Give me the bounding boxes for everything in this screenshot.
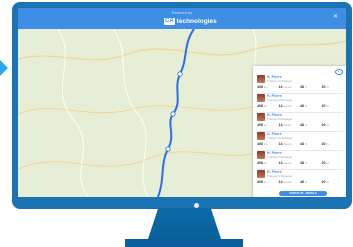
stat: 408 km bbox=[257, 123, 268, 127]
driver-card[interactable]: H. Pierre Transport Manager 408 km 14 heur… bbox=[257, 151, 343, 170]
stat: 20% bbox=[321, 104, 329, 108]
avatar bbox=[257, 113, 265, 121]
stat: 408 km bbox=[257, 85, 268, 89]
stat: 14 heures bbox=[278, 85, 292, 89]
avatar bbox=[257, 94, 265, 102]
driver-subtitle: Transport Manager bbox=[267, 174, 293, 178]
driver-card[interactable]: H. Pierre Transport Manager 408 km 14 heur… bbox=[257, 75, 343, 94]
stat: 20% bbox=[321, 85, 329, 89]
close-icon[interactable]: ✕ bbox=[333, 13, 338, 20]
stat: 48% bbox=[300, 123, 308, 127]
stat: 14 heures bbox=[278, 104, 292, 108]
details-button[interactable]: VOIR PLUS · DÉTAILS bbox=[279, 191, 327, 196]
stat: 48% bbox=[300, 104, 308, 108]
stats-row: 408 km 14 heures 48% 20% bbox=[257, 180, 343, 186]
driver-card[interactable]: D. Pierre Transport Manager 408 km 14 heur… bbox=[257, 132, 343, 151]
driver-panel: H. Pierre Transport Manager 408 km 14 heur… bbox=[253, 66, 346, 197]
avatar bbox=[257, 132, 265, 140]
stat: 20% bbox=[321, 123, 329, 127]
driver-subtitle: Transport Manager bbox=[267, 117, 293, 121]
stat: 20% bbox=[321, 180, 329, 184]
driver-subtitle: Transport Manager bbox=[267, 79, 293, 83]
stat: 408 km bbox=[257, 104, 268, 108]
stat: 14 heures bbox=[278, 142, 292, 146]
stat: 48% bbox=[300, 180, 308, 184]
stats-row: 408 km 14 heures 48% 20% bbox=[257, 123, 343, 129]
screen: Powered by CA technologies ✕ H. Pierre T… bbox=[18, 8, 346, 197]
stat: 408 km bbox=[257, 142, 268, 146]
stats-row: 408 km 14 heures 48% 20% bbox=[257, 142, 343, 148]
stat: 14 heures bbox=[278, 123, 292, 127]
avatar bbox=[257, 75, 265, 83]
stats-row: 408 km 14 heures 48% 20% bbox=[257, 104, 343, 110]
monitor-stand bbox=[147, 208, 222, 242]
stats-row: 408 km 14 heures 48% 20% bbox=[257, 85, 343, 91]
route-marker[interactable] bbox=[177, 71, 183, 77]
driver-card[interactable]: H. Pierre Transport Manager 408 km 14 heur… bbox=[257, 94, 343, 113]
app-header: Powered by CA technologies ✕ bbox=[18, 8, 346, 29]
avatar bbox=[257, 151, 265, 159]
route-marker[interactable] bbox=[170, 111, 176, 117]
header-subtitle: Powered by bbox=[171, 11, 193, 15]
stats-row: 408 km 14 heures 48% 20% bbox=[257, 161, 343, 167]
driver-subtitle: Transport Manager bbox=[267, 98, 293, 102]
driver-subtitle: Transport Manager bbox=[267, 155, 293, 159]
monitor-base bbox=[125, 239, 243, 247]
stat: 48% bbox=[300, 161, 308, 165]
driver-subtitle: Transport Manager bbox=[267, 136, 293, 140]
route-marker[interactable] bbox=[165, 146, 171, 152]
avatar bbox=[257, 170, 265, 178]
stat: 408 km bbox=[257, 180, 268, 184]
logo-text: technologies bbox=[176, 17, 217, 25]
stat: 20% bbox=[321, 142, 329, 146]
stat: 48% bbox=[300, 85, 308, 89]
stat: 14 heures bbox=[278, 180, 292, 184]
driver-card[interactable]: H. Pierre Transport Manager 408 km 14 heur… bbox=[257, 113, 343, 132]
logo-mark: CA bbox=[164, 17, 175, 25]
stat: 20% bbox=[321, 161, 329, 165]
stat: 408 km bbox=[257, 161, 268, 165]
stat: 48% bbox=[300, 142, 308, 146]
stat: 14 heures bbox=[278, 161, 292, 165]
camera-dot bbox=[194, 203, 199, 208]
driver-card[interactable]: H. Pierre Transport Manager 408 km 14 heur… bbox=[257, 170, 343, 189]
monitor-frame: Powered by CA technologies ✕ H. Pierre T… bbox=[12, 2, 352, 209]
brand-logo: CA technologies bbox=[164, 17, 217, 25]
pointer-arrow bbox=[0, 60, 8, 76]
